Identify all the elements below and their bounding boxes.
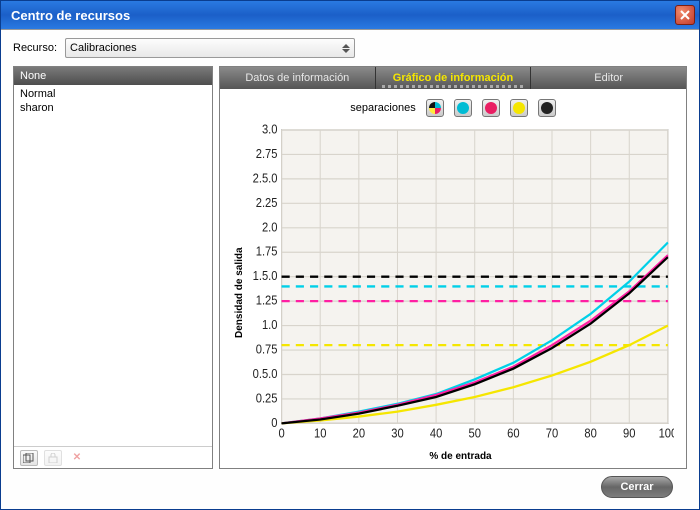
tab-2[interactable]: Editor [531, 67, 686, 89]
duplicate-button[interactable] [20, 450, 38, 466]
svg-text:0: 0 [271, 415, 278, 430]
close-icon[interactable] [675, 5, 695, 25]
svg-text:2.0: 2.0 [262, 220, 278, 235]
list-toolbar: ✕ [14, 446, 212, 468]
dialog-window: Centro de recursos Recurso: Calibracione… [0, 0, 700, 510]
svg-text:2.25: 2.25 [256, 195, 278, 210]
density-chart: 0 10 20 30 40 50 60 70 80 90 100 0 0.25 0.5.0 0.75 1.0 1… [247, 123, 674, 449]
svg-text:1.25: 1.25 [256, 293, 278, 308]
list-item[interactable]: sharon [20, 101, 206, 115]
resource-row: Recurso: Calibraciones [13, 38, 687, 58]
separation-black-button[interactable] [538, 99, 556, 117]
svg-text:60: 60 [507, 426, 520, 441]
svg-text:90: 90 [623, 426, 636, 441]
svg-text:40: 40 [430, 426, 443, 441]
separations-row: separaciones [232, 99, 674, 117]
svg-text:2.75: 2.75 [256, 146, 278, 161]
titlebar: Centro de recursos [1, 1, 699, 29]
plot-column: 0 10 20 30 40 50 60 70 80 90 100 0 0.25 0.5.0 0.75 1.0 1… [247, 123, 674, 462]
svg-text:70: 70 [546, 426, 559, 441]
delete-button: ✕ [68, 450, 86, 466]
list-item[interactable]: Normal [20, 87, 206, 101]
close-button[interactable]: Cerrar [601, 476, 673, 498]
svg-text:80: 80 [584, 426, 597, 441]
resource-select[interactable]: Calibraciones [65, 38, 355, 58]
svg-text:0.5.0: 0.5.0 [253, 366, 278, 381]
svg-text:2.5.0: 2.5.0 [253, 171, 278, 186]
svg-text:1.5.0: 1.5.0 [253, 268, 278, 283]
svg-text:30: 30 [391, 426, 404, 441]
svg-text:20: 20 [353, 426, 366, 441]
list-header: None [14, 67, 212, 85]
body-row: None Normalsharon ✕ Datos de información… [13, 66, 687, 469]
svg-text:100: 100 [659, 426, 674, 441]
svg-text:1.0: 1.0 [262, 317, 278, 332]
svg-text:0.25: 0.25 [256, 391, 278, 406]
separation-cyan-button[interactable] [454, 99, 472, 117]
footer-bar: Cerrar [13, 469, 687, 505]
right-panel: Datos de informaciónGráfico de informaci… [219, 66, 687, 469]
plot-wrap: Densidad de salida 0 10 20 30 40 50 60 70 80 90 10… [232, 123, 674, 462]
separation-magenta-button[interactable] [482, 99, 500, 117]
x-axis-label: % de entrada [247, 449, 674, 462]
svg-text:0: 0 [278, 426, 285, 441]
resource-label: Recurso: [13, 42, 57, 54]
separations-label: separaciones [350, 102, 415, 114]
chart-area: separaciones Densidad de salida 0 10 20 30 4… [220, 89, 686, 468]
tab-1[interactable]: Gráfico de información [376, 67, 532, 89]
content-area: Recurso: Calibraciones None Normalsharon… [1, 29, 699, 509]
tab-0[interactable]: Datos de información [220, 67, 376, 89]
svg-text:1.75: 1.75 [256, 244, 278, 259]
resource-list-panel: None Normalsharon ✕ [13, 66, 213, 469]
separation-yellow-button[interactable] [510, 99, 528, 117]
separation-all-button[interactable] [426, 99, 444, 117]
svg-text:0.75: 0.75 [256, 342, 278, 357]
svg-text:10: 10 [314, 426, 327, 441]
resource-select-value: Calibraciones [70, 42, 137, 54]
svg-text:3.0: 3.0 [262, 123, 278, 137]
window-title: Centro de recursos [5, 8, 130, 23]
y-axis-label: Densidad de salida [232, 123, 247, 462]
list-body[interactable]: Normalsharon [14, 85, 212, 446]
svg-text:50: 50 [469, 426, 482, 441]
tab-bar: Datos de informaciónGráfico de informaci… [220, 67, 686, 89]
lock-button [44, 450, 62, 466]
dropdown-arrows-icon [342, 44, 350, 53]
